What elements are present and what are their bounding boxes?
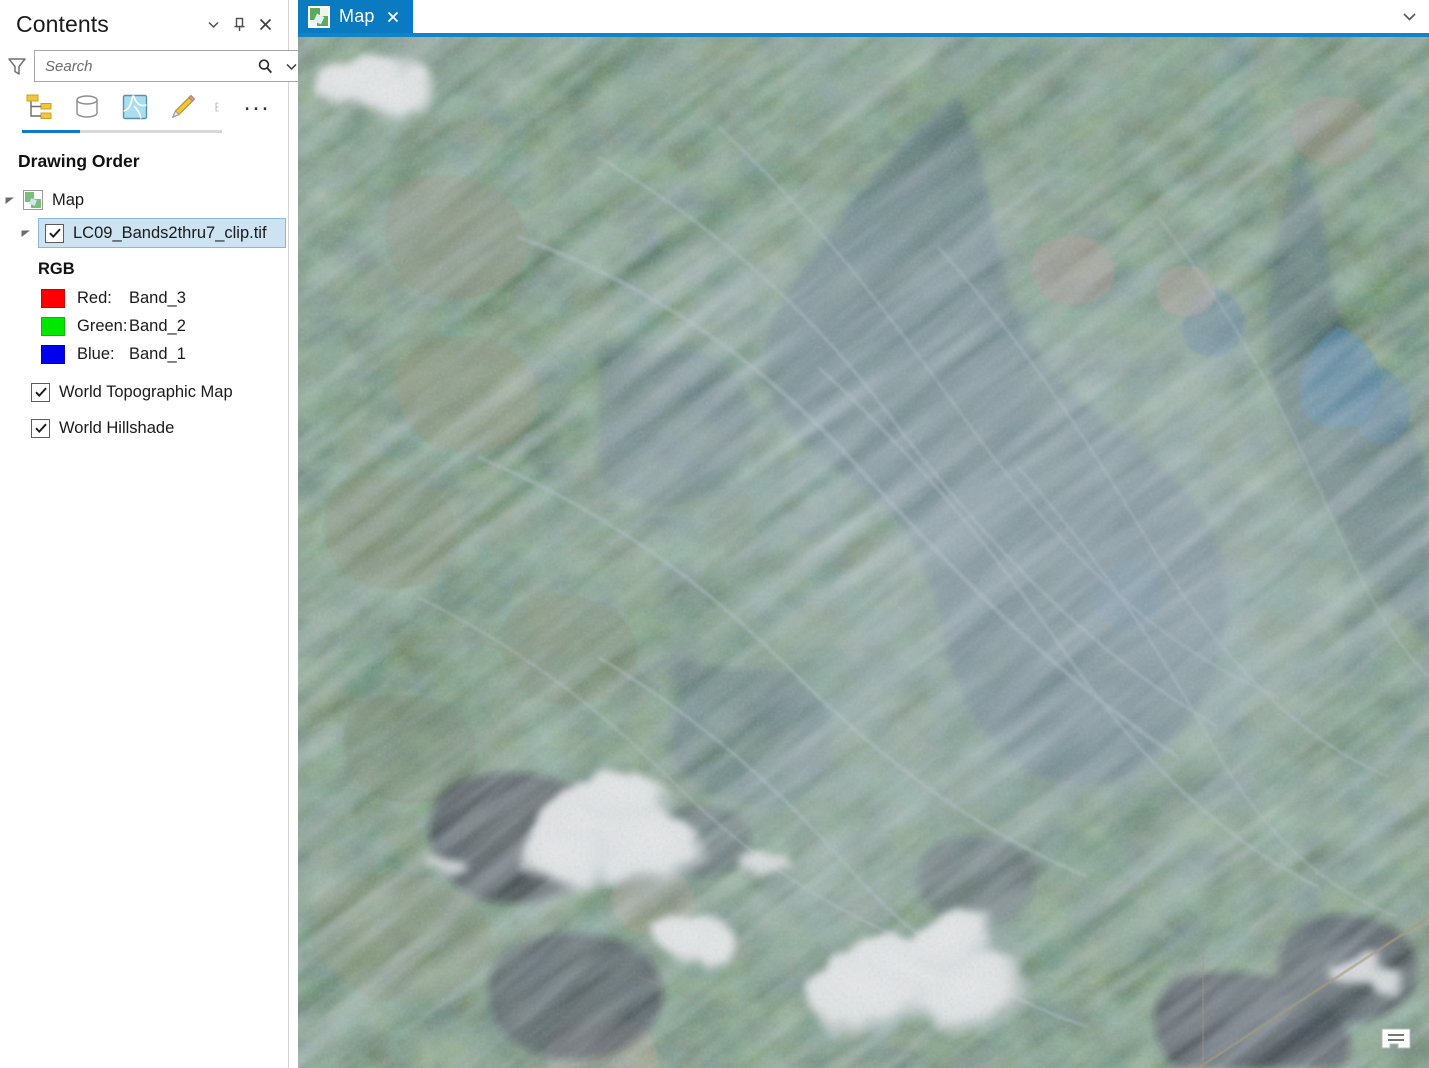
tab-label: Map (339, 6, 375, 26)
list-by-data-source-icon[interactable] (70, 90, 104, 124)
tabbar-filler (412, 0, 1389, 33)
toc-item-world-hillshade[interactable]: World Hillshade (0, 410, 288, 446)
arcgis-pro-window: Contents Search ... Drawing Order Map LC… (0, 0, 1429, 1068)
band-row-red: Red: Band_3 (0, 284, 288, 312)
toolbar-scrollbar[interactable] (22, 130, 222, 133)
map-icon (308, 5, 330, 28)
tab-map[interactable]: Map (298, 0, 413, 33)
attribute-table-icon[interactable] (1379, 1024, 1413, 1054)
expand-collapse-icon[interactable] (2, 192, 18, 208)
table-of-contents: Drawing Order Map LC09_Bands2thru7_clip.… (0, 133, 288, 446)
contents-toolbar: ... (0, 84, 288, 130)
toolbar-overflow-button[interactable]: ... (240, 89, 274, 124)
search-icon[interactable] (252, 51, 278, 81)
toc-item-label: Map (52, 190, 85, 209)
close-icon[interactable] (384, 8, 402, 26)
search-row (0, 48, 305, 84)
band-row-blue: Blue: Band_1 (0, 340, 288, 368)
close-icon[interactable] (252, 11, 278, 37)
list-by-editing-icon[interactable] (166, 90, 200, 124)
band-value-label: Band_3 (129, 288, 186, 307)
expand-collapse-icon[interactable] (18, 225, 34, 241)
satellite-imagery (298, 37, 1429, 1068)
list-by-drawing-order-icon[interactable] (22, 90, 56, 124)
color-swatch-red (41, 288, 65, 308)
chevron-down-icon[interactable] (1389, 0, 1429, 33)
contents-pane: Contents Search ... Drawing Order Map LC… (0, 0, 305, 1068)
chevron-down-icon[interactable] (200, 11, 226, 37)
band-channel-label: Red: (77, 288, 112, 307)
band-value-label: Band_1 (129, 344, 186, 363)
band-row-green: Green: Band_2 (0, 312, 288, 340)
band-channel-label: Blue: (77, 344, 115, 363)
map-canvas[interactable] (298, 37, 1429, 1068)
color-swatch-green (41, 316, 65, 336)
band-value-label: Band_2 (129, 316, 186, 335)
toc-item-map[interactable]: Map (0, 185, 288, 215)
toc-item-world-topographic-map[interactable]: World Topographic Map (0, 374, 288, 410)
pane-splitter[interactable] (288, 0, 298, 1068)
layer-visibility-checkbox[interactable] (31, 418, 50, 438)
color-swatch-blue (41, 344, 65, 364)
page-title: Contents (16, 11, 109, 37)
band-channel-label: Green: (77, 316, 128, 335)
layer-visibility-checkbox[interactable] (45, 223, 64, 243)
filter-funnel-icon[interactable] (2, 51, 32, 81)
toolbar-scrollbar-thumb[interactable] (22, 130, 80, 133)
toc-item-raster-layer-row: LC09_Bands2thru7_clip.tif (0, 217, 288, 249)
toc-item-label: World Hillshade (59, 418, 175, 437)
map-icon (23, 190, 43, 210)
toc-item-label: LC09_Bands2thru7_clip.tif (73, 223, 267, 242)
pin-icon[interactable] (226, 11, 252, 37)
list-by-snapping-icon[interactable] (214, 90, 226, 124)
toc-heading: Drawing Order (18, 151, 140, 171)
renderer-label: RGB (38, 260, 75, 278)
toc-item-lc09-bands2thru7-clip[interactable]: LC09_Bands2thru7_clip.tif (38, 218, 286, 248)
search-box[interactable] (34, 50, 305, 82)
toc-item-label: World Topographic Map (59, 382, 233, 401)
list-by-selection-icon[interactable] (118, 90, 152, 124)
view-area: Map (298, 0, 1429, 1068)
layer-visibility-checkbox[interactable] (31, 382, 50, 402)
contents-pane-header: Contents (0, 0, 288, 44)
view-tabbar: Map (298, 0, 1429, 33)
search-input[interactable] (35, 52, 252, 80)
